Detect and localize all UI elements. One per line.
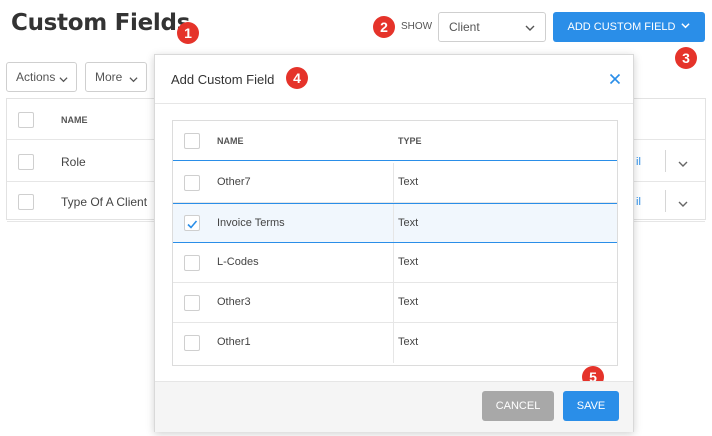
chevron-down-icon[interactable]	[678, 196, 688, 214]
cancel-button[interactable]: CANCEL	[482, 391, 554, 421]
annotation-badge-4: 4	[286, 67, 308, 89]
chevron-down-icon[interactable]	[678, 156, 688, 174]
chevron-down-icon	[681, 21, 691, 33]
save-button[interactable]: SAVE	[563, 391, 619, 421]
row-checkbox[interactable]	[184, 175, 200, 191]
row-checkbox[interactable]	[18, 154, 34, 170]
row-name: Role	[61, 155, 86, 169]
option-type: Text	[398, 176, 419, 188]
column-divider	[393, 163, 394, 202]
option-type: Text	[398, 296, 419, 308]
add-custom-field-modal: Add Custom Field 4 NAME TYPE Other7 Text…	[154, 54, 634, 432]
select-all-checkbox[interactable]	[184, 133, 200, 149]
column-divider	[393, 283, 394, 322]
option-name: Other1	[217, 336, 251, 348]
add-custom-field-label: ADD CUSTOM FIELD	[567, 21, 676, 33]
row-checkbox[interactable]	[184, 255, 200, 271]
add-custom-field-button[interactable]: ADD CUSTOM FIELD	[553, 12, 705, 42]
actions-dropdown-button[interactable]: Actions	[6, 62, 77, 92]
chevron-down-icon	[129, 73, 138, 87]
custom-field-options-table: NAME TYPE Other7 Text Invoice Terms Text…	[172, 120, 618, 366]
option-type: Text	[398, 217, 419, 229]
actions-label: Actions	[16, 70, 56, 84]
column-header-name: NAME	[61, 115, 88, 125]
row-edit-link[interactable]: il	[636, 156, 641, 168]
modal-footer: CANCEL SAVE	[155, 381, 633, 432]
more-dropdown-button[interactable]: More	[85, 62, 147, 92]
more-label: More	[95, 70, 123, 84]
option-name: Other7	[217, 176, 251, 188]
list-item[interactable]: Invoice Terms Text	[173, 203, 617, 243]
annotation-badge-2: 2	[373, 16, 395, 38]
list-item[interactable]: Other1 Text	[173, 323, 617, 363]
options-header-row: NAME TYPE	[173, 121, 617, 161]
annotation-badge-1: 1	[177, 22, 199, 44]
column-header-type: TYPE	[398, 136, 422, 146]
show-label: SHOW	[401, 21, 433, 32]
show-select-value: Client	[449, 20, 480, 34]
modal-title: Add Custom Field	[171, 72, 275, 87]
row-name: Type Of A Client	[61, 195, 148, 209]
column-header-name: NAME	[217, 136, 244, 146]
row-checkbox[interactable]	[184, 335, 200, 351]
close-icon[interactable]	[609, 72, 621, 90]
row-edit-link[interactable]: il	[636, 196, 641, 208]
column-divider	[393, 323, 394, 363]
list-item[interactable]: Other3 Text	[173, 283, 617, 323]
option-type: Text	[398, 336, 419, 348]
chevron-down-icon	[59, 73, 68, 87]
row-checkbox[interactable]	[184, 295, 200, 311]
check-icon	[186, 217, 198, 235]
row-checkbox-checked[interactable]	[184, 215, 200, 231]
option-type: Text	[398, 256, 419, 268]
show-select[interactable]: Client	[438, 12, 546, 42]
list-item[interactable]: Other7 Text	[173, 163, 617, 203]
list-item[interactable]: L-Codes Text	[173, 243, 617, 283]
modal-header: Add Custom Field 4	[155, 55, 633, 104]
option-name: L-Codes	[217, 256, 259, 268]
row-divider	[665, 190, 666, 212]
annotation-badge-3: 3	[675, 47, 697, 69]
select-all-checkbox[interactable]	[18, 112, 34, 128]
row-checkbox[interactable]	[18, 194, 34, 210]
column-divider	[393, 243, 394, 282]
row-divider	[665, 150, 666, 172]
chevron-down-icon	[525, 22, 535, 36]
column-divider	[393, 204, 394, 242]
option-name: Invoice Terms	[217, 217, 285, 229]
page-title: Custom Fields	[11, 10, 191, 36]
option-name: Other3	[217, 296, 251, 308]
